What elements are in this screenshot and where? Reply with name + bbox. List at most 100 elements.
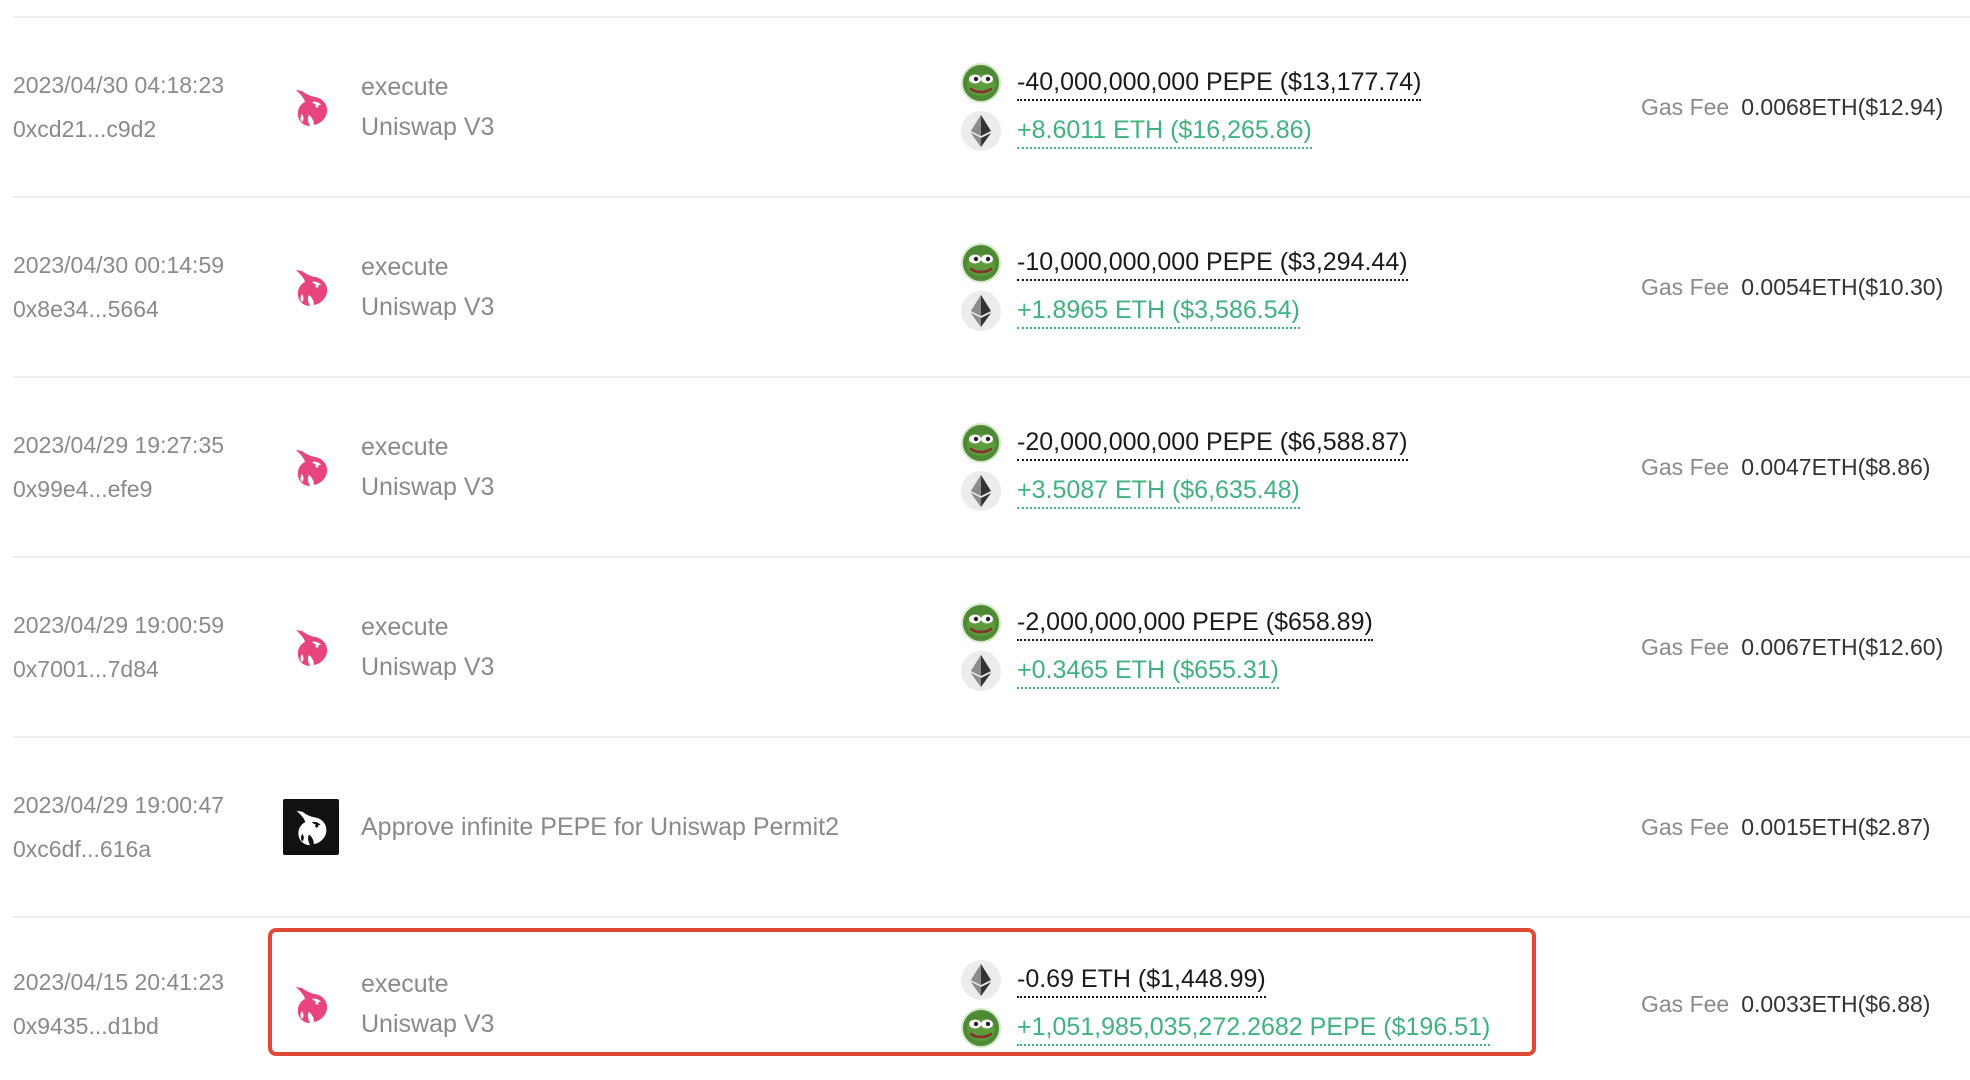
tx-time-column: 2023/04/29 19:00:59 0x7001...7d84 bbox=[13, 558, 224, 736]
transfer-amount[interactable]: +1,051,985,035,272.2682 PEPE ($196.51) bbox=[1017, 1011, 1491, 1046]
token-transfers-column: -10,000,000,000 PEPE ($3,294.44) +1.8965… bbox=[961, 198, 1408, 376]
gas-fee-label: Gas Fee bbox=[1641, 813, 1730, 840]
token-transfer: -2,000,000,000 PEPE ($658.89) bbox=[961, 603, 1373, 643]
eth-token-icon bbox=[961, 651, 1001, 691]
tx-timestamp: 2023/04/30 00:14:59 bbox=[13, 252, 225, 278]
token-transfers-column: -0.69 ETH ($1,448.99) +1,051,985,035,272… bbox=[961, 918, 1491, 1080]
app-name: Uniswap V3 bbox=[361, 653, 495, 681]
app-name: Uniswap V3 bbox=[361, 293, 495, 321]
transfer-amount[interactable]: -2,000,000,000 PEPE ($658.89) bbox=[1017, 606, 1373, 641]
token-transfer: -10,000,000,000 PEPE ($3,294.44) bbox=[961, 243, 1408, 283]
tx-hash-link[interactable]: 0x8e34...5664 bbox=[13, 294, 224, 324]
token-transfer: -0.69 ETH ($1,448.99) bbox=[961, 960, 1490, 1000]
token-transfer: +1,051,985,035,272.2682 PEPE ($196.51) bbox=[961, 1008, 1491, 1048]
tx-method-column: execute Uniswap V3 bbox=[283, 918, 494, 1080]
tx-time-column: 2023/04/30 00:14:59 0x8e34...5664 bbox=[13, 198, 224, 376]
app-name: Uniswap V3 bbox=[361, 113, 495, 141]
tx-timestamp: 2023/04/15 20:41:23 bbox=[13, 969, 225, 995]
gas-fee-label: Gas Fee bbox=[1641, 273, 1730, 300]
transfer-amount[interactable]: -10,000,000,000 PEPE ($3,294.44) bbox=[1017, 246, 1408, 281]
transfer-amount[interactable]: +1.8965 ETH ($3,586.54) bbox=[1017, 294, 1300, 329]
gas-fee-value: 0.0047ETH($8.86) bbox=[1741, 453, 1931, 480]
gas-fee-value: 0.0068ETH($12.94) bbox=[1741, 93, 1944, 120]
tx-time-column: 2023/04/30 04:18:23 0xcd21...c9d2 bbox=[13, 18, 224, 196]
token-transfers-column: -40,000,000,000 PEPE ($13,177.74) +8.601… bbox=[961, 18, 1422, 196]
tx-method-column: execute Uniswap V3 bbox=[283, 378, 494, 556]
transfer-amount[interactable]: +8.6011 ETH ($16,265.86) bbox=[1017, 114, 1312, 149]
method-text: execute Uniswap V3 bbox=[361, 612, 494, 682]
gas-fee-label: Gas Fee bbox=[1641, 93, 1730, 120]
token-transfer: +1.8965 ETH ($3,586.54) bbox=[961, 291, 1408, 331]
tx-time-column: 2023/04/29 19:27:35 0x99e4...efe9 bbox=[13, 378, 224, 556]
tx-hash-link[interactable]: 0x99e4...efe9 bbox=[13, 474, 224, 504]
transfer-amount[interactable]: +3.5087 ETH ($6,635.48) bbox=[1017, 474, 1300, 509]
gas-fee-column: Gas Fee 0.0068ETH($12.94) bbox=[1641, 18, 1943, 196]
uniswap-unicorn-icon bbox=[283, 976, 339, 1032]
gas-fee-value: 0.0015ETH($2.87) bbox=[1741, 813, 1931, 840]
tx-hash-link[interactable]: 0xcd21...c9d2 bbox=[13, 114, 224, 144]
token-transfers-column: -20,000,000,000 PEPE ($6,588.87) +3.5087… bbox=[961, 378, 1408, 556]
uniswap-unicorn-icon bbox=[283, 619, 339, 675]
pepe-token-icon bbox=[961, 63, 1001, 103]
transfer-amount[interactable]: -40,000,000,000 PEPE ($13,177.74) bbox=[1017, 66, 1422, 101]
transaction-row[interactable]: 2023/04/30 04:18:23 0xcd21...c9d2 execute… bbox=[13, 18, 1970, 198]
method-text: Approve infinite PEPE for Uniswap Permit… bbox=[361, 812, 839, 842]
gas-fee-column: Gas Fee 0.0054ETH($10.30) bbox=[1641, 198, 1943, 376]
tx-hash-link[interactable]: 0xc6df...616a bbox=[13, 834, 224, 864]
eth-token-icon bbox=[961, 291, 1001, 331]
gas-fee-label: Gas Fee bbox=[1641, 633, 1730, 660]
method-name: execute bbox=[361, 253, 449, 281]
transaction-row[interactable]: 2023/04/29 19:27:35 0x99e4...efe9 execute… bbox=[13, 378, 1970, 558]
pepe-token-icon bbox=[961, 423, 1001, 463]
method-name: execute bbox=[361, 73, 449, 101]
method-name: execute bbox=[361, 970, 449, 998]
gas-fee-value: 0.0054ETH($10.30) bbox=[1741, 273, 1944, 300]
tx-hash-link[interactable]: 0x7001...7d84 bbox=[13, 654, 224, 684]
method-text: execute Uniswap V3 bbox=[361, 252, 494, 322]
eth-token-icon bbox=[961, 471, 1001, 511]
gas-fee-column: Gas Fee 0.0047ETH($8.86) bbox=[1641, 378, 1930, 556]
transfer-amount[interactable]: +0.3465 ETH ($655.31) bbox=[1017, 654, 1279, 689]
transaction-row[interactable]: 2023/04/29 19:00:47 0xc6df...616a Approve… bbox=[13, 738, 1970, 918]
tx-method-column: execute Uniswap V3 bbox=[283, 18, 494, 196]
uniswap-unicorn-icon bbox=[283, 439, 339, 495]
token-transfer: +3.5087 ETH ($6,635.48) bbox=[961, 471, 1408, 511]
method-name: execute bbox=[361, 433, 449, 461]
tx-method-column: execute Uniswap V3 bbox=[283, 558, 494, 736]
token-transfer: -40,000,000,000 PEPE ($13,177.74) bbox=[961, 63, 1422, 103]
gas-fee-label: Gas Fee bbox=[1641, 990, 1730, 1017]
tx-timestamp: 2023/04/29 19:00:59 bbox=[13, 612, 225, 638]
app-name: Uniswap V3 bbox=[361, 1010, 495, 1038]
method-text: execute Uniswap V3 bbox=[361, 72, 494, 142]
transfer-amount[interactable]: -0.69 ETH ($1,448.99) bbox=[1017, 963, 1266, 998]
pepe-token-icon bbox=[961, 243, 1001, 283]
transaction-history-page: 2023/04/30 04:18:23 0xcd21...c9d2 execute… bbox=[0, 0, 1970, 1080]
eth-token-icon bbox=[961, 960, 1001, 1000]
transfer-amount[interactable]: -20,000,000,000 PEPE ($6,588.87) bbox=[1017, 426, 1408, 461]
tx-time-column: 2023/04/15 20:41:23 0x9435...d1bd bbox=[13, 918, 224, 1080]
tx-time-column: 2023/04/29 19:00:47 0xc6df...616a bbox=[13, 738, 224, 916]
pepe-token-icon bbox=[961, 1008, 1001, 1048]
token-transfers-column: -2,000,000,000 PEPE ($658.89) +0.3465 ET… bbox=[961, 558, 1373, 736]
token-transfer: +8.6011 ETH ($16,265.86) bbox=[961, 111, 1421, 151]
gas-fee-column: Gas Fee 0.0033ETH($6.88) bbox=[1641, 918, 1930, 1080]
method-text: execute Uniswap V3 bbox=[361, 432, 494, 502]
method-name: execute bbox=[361, 613, 449, 641]
approve-description: Approve infinite PEPE for Uniswap Permit… bbox=[361, 813, 839, 841]
tx-method-column: Approve infinite PEPE for Uniswap Permit… bbox=[283, 738, 839, 916]
transaction-row[interactable]: 2023/04/15 20:41:23 0x9435...d1bd execute… bbox=[13, 918, 1970, 1080]
pepe-token-icon bbox=[961, 603, 1001, 643]
gas-fee-label: Gas Fee bbox=[1641, 453, 1730, 480]
tx-hash-link[interactable]: 0x9435...d1bd bbox=[13, 1011, 224, 1041]
transaction-row[interactable]: 2023/04/29 19:00:59 0x7001...7d84 execute… bbox=[13, 558, 1970, 738]
gas-fee-value: 0.0067ETH($12.60) bbox=[1741, 633, 1944, 660]
uniswap-unicorn-icon bbox=[283, 79, 339, 135]
uniswap-permit2-icon bbox=[283, 799, 339, 855]
gas-fee-value: 0.0033ETH($6.88) bbox=[1741, 990, 1931, 1017]
transaction-row[interactable]: 2023/04/30 00:14:59 0x8e34...5664 execute… bbox=[13, 198, 1970, 378]
token-transfer: -20,000,000,000 PEPE ($6,588.87) bbox=[961, 423, 1408, 463]
tx-timestamp: 2023/04/29 19:27:35 bbox=[13, 432, 225, 458]
method-text: execute Uniswap V3 bbox=[361, 969, 494, 1039]
eth-token-icon bbox=[961, 111, 1001, 151]
token-transfer: +0.3465 ETH ($655.31) bbox=[961, 651, 1373, 691]
